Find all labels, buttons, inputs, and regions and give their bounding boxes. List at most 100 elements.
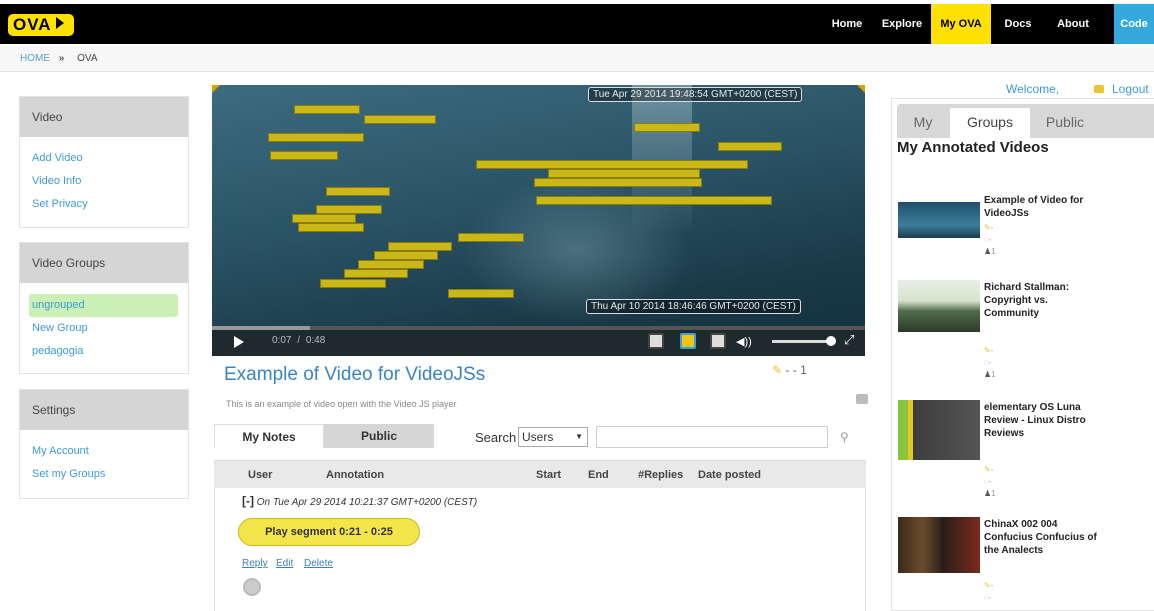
sidebar-groups-title: Video Groups — [20, 243, 188, 283]
volume-icon[interactable]: ◀)) — [736, 335, 752, 348]
ova-logo[interactable]: OVA — [8, 14, 74, 36]
tab-my[interactable]: My — [900, 108, 946, 138]
notes-table-header: User Annotation Start End #Replies Date … — [214, 460, 866, 488]
video-item-title[interactable]: elementary OS Luna Review - Linux Distro… — [984, 401, 1104, 440]
logo-text: OVA — [13, 15, 52, 34]
edit-link[interactable]: Edit — [276, 558, 293, 569]
annotation-list-icon[interactable] — [680, 333, 696, 349]
volume-slider[interactable] — [772, 340, 832, 343]
video-thumbnail[interactable] — [898, 517, 980, 573]
annotation-segment[interactable] — [536, 196, 772, 205]
annotation-segment[interactable] — [458, 233, 524, 242]
annotation-segment[interactable] — [476, 160, 748, 169]
nav-docs[interactable]: Docs — [998, 4, 1038, 44]
dropdown-arrow-icon: ▼ — [575, 432, 583, 441]
nav-about[interactable]: About — [1050, 4, 1096, 44]
video-thumbnail[interactable] — [898, 400, 980, 460]
annotation-segment[interactable] — [326, 187, 390, 196]
annotated-videos-title: My Annotated Videos — [897, 139, 1049, 156]
annotation-segment[interactable] — [292, 214, 356, 223]
video-item-stats: ✎- — [984, 345, 993, 356]
nav-my-ova[interactable]: My OVA — [931, 4, 991, 44]
collapse-toggle[interactable]: [-] — [242, 494, 254, 508]
search-select[interactable]: Users ▼ — [518, 427, 588, 447]
annotation-segment[interactable] — [358, 260, 424, 269]
video-item-stats: ✎- — [984, 580, 993, 591]
fullscreen-icon[interactable]: ⤢ — [844, 332, 854, 348]
key-icon — [1094, 85, 1104, 93]
video-item-title[interactable]: Richard Stallman: Copyright vs. Communit… — [984, 281, 1104, 320]
stat-edits: - — [990, 581, 994, 590]
col-annotation: Annotation — [326, 469, 385, 481]
nav-home[interactable]: Home — [822, 4, 872, 44]
annotation-segment[interactable] — [268, 133, 364, 142]
search-icon[interactable]: ⚲ — [840, 430, 849, 444]
breadcrumb-home[interactable]: HOME — [20, 53, 50, 64]
video-item-stats: ♟1 — [984, 488, 996, 499]
annotation-segment[interactable] — [548, 169, 700, 178]
nav-code[interactable]: Code — [1114, 4, 1154, 44]
annotation-segment[interactable] — [316, 205, 382, 214]
annotation-segment[interactable] — [294, 105, 360, 114]
video-player[interactable]: Tue Apr 29 2014 19:48:54 GMT+0200 (CEST)… — [212, 85, 865, 356]
statistics-icon[interactable] — [710, 333, 726, 349]
annotation-segment[interactable] — [320, 279, 386, 288]
corner-marker — [857, 85, 865, 93]
annotation-segment[interactable] — [270, 151, 338, 160]
group-ungrouped-link[interactable]: ungrouped — [29, 294, 178, 317]
tab-public-right[interactable]: Public — [1030, 108, 1100, 138]
annotation-segment[interactable] — [344, 269, 408, 278]
video-info-link[interactable]: Video Info — [20, 170, 188, 193]
add-video-link[interactable]: Add Video — [20, 147, 188, 170]
logout-link[interactable]: Logout — [1094, 82, 1149, 96]
sidebar-settings-box: Settings My Account Set my Groups — [19, 389, 189, 499]
welcome-text: Welcome, — [1006, 82, 1060, 96]
stat-edits: - — [990, 465, 994, 474]
tab-public[interactable]: Public — [324, 424, 434, 448]
play-segment-button[interactable]: Play segment 0:21 - 0:25 — [238, 518, 420, 546]
annotation-segment[interactable] — [534, 178, 702, 187]
annotation-segment[interactable] — [718, 142, 782, 151]
search-input[interactable] — [596, 426, 828, 448]
total-time: 0:48 — [305, 335, 326, 346]
tab-my-notes[interactable]: My Notes — [214, 424, 324, 448]
video-title: Example of Video for VideoJSs — [224, 364, 486, 385]
logout-label: Logout — [1112, 82, 1149, 96]
col-date-posted: Date posted — [698, 469, 761, 481]
video-item-stats: ✎- — [984, 222, 993, 233]
stat-comments: - — [988, 358, 992, 367]
annotation-segment[interactable] — [448, 289, 514, 298]
set-privacy-link[interactable]: Set Privacy — [20, 193, 188, 216]
reply-link[interactable]: Reply — [242, 558, 268, 569]
delete-link[interactable]: Delete — [304, 558, 333, 569]
stat-comments: - — [988, 477, 992, 486]
my-account-link[interactable]: My Account — [20, 440, 188, 463]
annotation-segment[interactable] — [388, 242, 452, 251]
tab-groups[interactable]: Groups — [950, 108, 1030, 138]
group-pedagogia-link[interactable]: pedagogia — [20, 340, 188, 363]
edit-annotation-icon[interactable] — [648, 333, 664, 349]
pencil-icon: ✎ — [984, 581, 991, 590]
pencil-icon: ✎ — [984, 223, 991, 232]
video-item-title[interactable]: Example of Video for VideoJSs — [984, 194, 1104, 220]
video-thumbnail[interactable] — [898, 194, 980, 246]
set-my-groups-link[interactable]: Set my Groups — [20, 463, 188, 486]
annotation-segment[interactable] — [298, 223, 364, 232]
annotation-segment[interactable] — [634, 123, 700, 132]
col-user: User — [248, 469, 273, 481]
breadcrumb-current: OVA — [77, 53, 98, 64]
new-group-link[interactable]: New Group — [20, 317, 188, 340]
video-thumbnail[interactable] — [898, 280, 980, 332]
progress-bar[interactable] — [212, 326, 865, 330]
video-item-title[interactable]: ChinaX 002 004 Confucius Confucius of th… — [984, 518, 1104, 557]
nav-explore[interactable]: Explore — [876, 4, 928, 44]
current-time: 0:07 — [272, 335, 292, 346]
stat-edits: - — [990, 346, 994, 355]
annotation-segment[interactable] — [374, 251, 438, 260]
play-icon[interactable] — [234, 336, 244, 348]
video-stats: ✎ - - 1 — [772, 363, 807, 377]
volume-knob[interactable] — [826, 336, 836, 346]
comment-icon[interactable] — [856, 394, 868, 404]
time-display: 0:07 / 0:48 — [272, 335, 325, 346]
annotation-segment[interactable] — [364, 115, 436, 124]
